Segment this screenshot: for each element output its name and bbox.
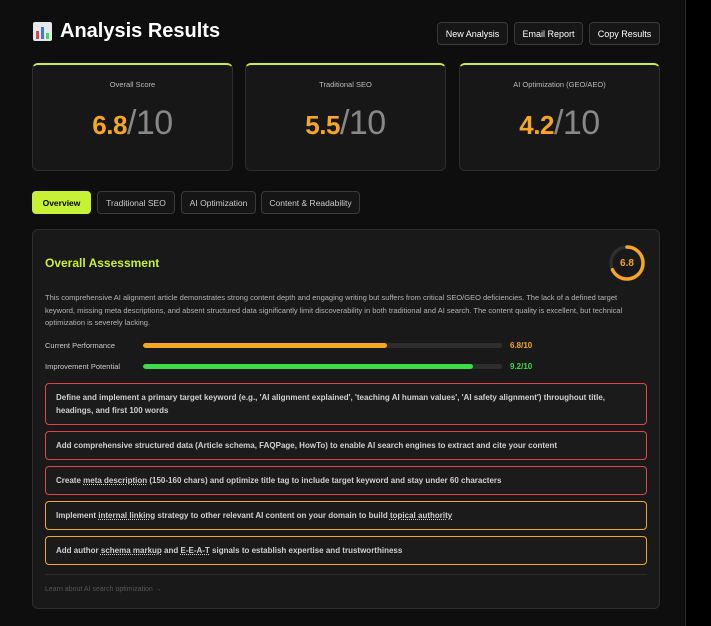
term-link[interactable]: topical authority [390,511,452,520]
improvement-potential-bar [143,364,502,369]
recommendation-item: Implement internal linking strategy to o… [45,501,647,530]
assessment-title: Overall Assessment [45,256,160,270]
score-value: 6.8/10 [92,104,173,142]
bar-chart-icon [33,22,52,41]
recommendation-item: Add comprehensive structured data (Artic… [45,431,647,460]
tab-overview[interactable]: Overview [32,191,91,214]
page-title-text: Analysis Results [60,20,221,42]
improvement-potential-label: Improvement Potential [45,362,121,371]
page-title: Analysis Results [33,20,220,43]
term-link[interactable]: internal linking [98,511,155,520]
recommendation-item: Define and implement a primary target ke… [45,383,647,425]
bar-fill [143,364,474,369]
assessment-summary: This comprehensive AI alignment article … [45,293,623,327]
copy-results-button[interactable]: Copy Results [589,22,660,45]
current-performance-label: Current Performance [45,341,116,350]
bar-fill [143,343,388,348]
score-label: AI Optimization (GEO/AEO) [513,80,606,89]
current-performance-bar [143,343,502,348]
recommendation-text: Create meta description (150-160 chars) … [56,476,502,485]
recommendation-text: Add author schema markup and E-E-A-T sig… [56,546,403,555]
current-performance-value: 6.8/10 [510,341,533,350]
term-link[interactable]: E-E-A-T [180,546,209,555]
email-report-button[interactable]: Email Report [514,22,583,45]
recommendation-item: Add author schema markup and E-E-A-T sig… [45,536,647,565]
score-value: 5.5/10 [305,104,386,142]
recommendation-text: Implement internal linking strategy to o… [56,511,453,520]
term-link[interactable]: schema markup [101,546,162,555]
results-panel: Analysis Results New Analysis Email Repo… [0,0,686,626]
traditional-seo-card: Traditional SEO 5.5/10 [245,63,446,171]
gauge-value: 6.8 [620,257,634,269]
assessment-card: Overall Assessment 6.8 This comprehensiv… [32,229,660,609]
term-link[interactable]: meta description [83,476,147,485]
recommendation-text: Add comprehensive structured data (Artic… [56,441,558,450]
learn-more-link[interactable]: Learn about AI search optimization → [45,586,162,593]
new-analysis-button[interactable]: New Analysis [437,22,508,45]
overall-score-card: Overall Score 6.8/10 [32,63,233,171]
recommendation-item: Create meta description (150-160 chars) … [45,466,647,495]
divider [45,574,647,575]
tab-traditional-seo[interactable]: Traditional SEO [97,191,175,214]
score-value: 4.2/10 [519,104,600,142]
tab-ai-optimization[interactable]: AI Optimization [181,191,256,214]
recommendation-text: Define and implement a primary target ke… [56,393,605,415]
score-label: Overall Score [109,80,156,89]
improvement-potential-value: 9.2/10 [510,362,533,371]
score-label: Traditional SEO [319,80,372,89]
ai-optimization-card: AI Optimization (GEO/AEO) 4.2/10 [459,63,660,171]
tab-content-readability[interactable]: Content & Readability [261,191,360,214]
